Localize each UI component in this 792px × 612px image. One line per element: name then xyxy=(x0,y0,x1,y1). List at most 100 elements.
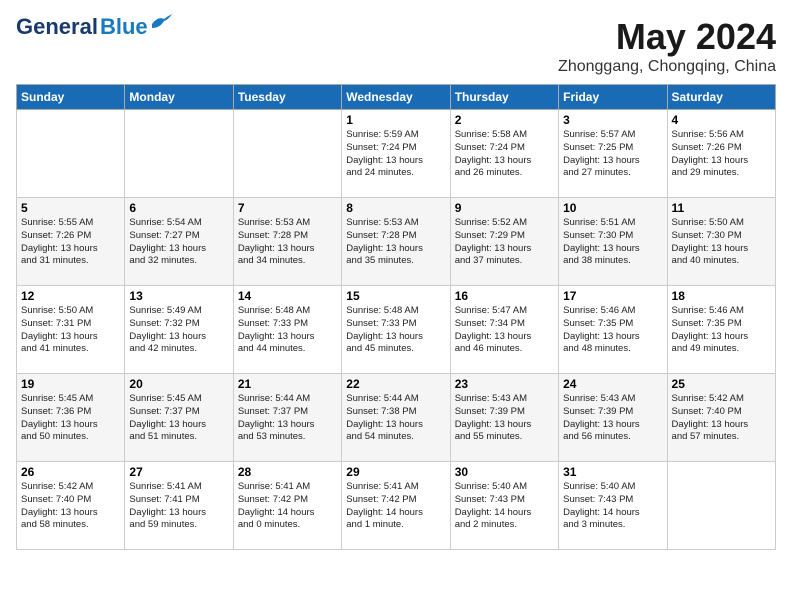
calendar-cell xyxy=(233,110,341,198)
day-number: 8 xyxy=(346,201,445,215)
calendar-cell: 18 Sunrise: 5:46 AM Sunset: 7:35 PM Dayli… xyxy=(667,286,775,374)
day-number: 30 xyxy=(455,465,554,479)
calendar-cell: 27 Sunrise: 5:41 AM Sunset: 7:41 PM Dayli… xyxy=(125,462,233,550)
logo-text: GeneralBlue xyxy=(16,16,148,38)
day-info: Sunrise: 5:46 AM Sunset: 7:35 PM Dayligh… xyxy=(563,305,662,356)
month-year-title: May 2024 xyxy=(558,16,776,58)
logo: GeneralBlue xyxy=(16,16,172,38)
calendar-cell: 13 Sunrise: 5:49 AM Sunset: 7:32 PM Dayli… xyxy=(125,286,233,374)
location-text: Zhonggang, Chongqing, China xyxy=(558,58,776,76)
day-number: 11 xyxy=(672,201,771,215)
day-info: Sunrise: 5:44 AM Sunset: 7:38 PM Dayligh… xyxy=(346,393,445,444)
day-info: Sunrise: 5:56 AM Sunset: 7:26 PM Dayligh… xyxy=(672,129,771,180)
day-info: Sunrise: 5:53 AM Sunset: 7:28 PM Dayligh… xyxy=(346,217,445,268)
day-info: Sunrise: 5:41 AM Sunset: 7:42 PM Dayligh… xyxy=(238,481,337,532)
day-number: 9 xyxy=(455,201,554,215)
col-thursday: Thursday xyxy=(450,85,558,110)
calendar-cell: 3 Sunrise: 5:57 AM Sunset: 7:25 PM Daylig… xyxy=(559,110,667,198)
calendar-cell: 5Sunrise: 5:55 AM Sunset: 7:26 PM Daylig… xyxy=(17,198,125,286)
day-number: 3 xyxy=(563,113,662,127)
calendar-cell: 1Sunrise: 5:59 AM Sunset: 7:24 PM Daylig… xyxy=(342,110,450,198)
day-number: 16 xyxy=(455,289,554,303)
calendar-cell: 28 Sunrise: 5:41 AM Sunset: 7:42 PM Dayli… xyxy=(233,462,341,550)
col-tuesday: Tuesday xyxy=(233,85,341,110)
calendar-cell: 10Sunrise: 5:51 AM Sunset: 7:30 PM Dayli… xyxy=(559,198,667,286)
col-saturday: Saturday xyxy=(667,85,775,110)
calendar-cell xyxy=(667,462,775,550)
calendar-cell: 17 Sunrise: 5:46 AM Sunset: 7:35 PM Dayli… xyxy=(559,286,667,374)
calendar-week-3: 12 Sunrise: 5:50 AM Sunset: 7:31 PM Dayli… xyxy=(17,286,776,374)
day-number: 18 xyxy=(672,289,771,303)
day-info: Sunrise: 5:40 AM Sunset: 7:43 PM Dayligh… xyxy=(455,481,554,532)
day-number: 12 xyxy=(21,289,120,303)
calendar-cell: 22 Sunrise: 5:44 AM Sunset: 7:38 PM Dayli… xyxy=(342,374,450,462)
calendar-cell: 8 Sunrise: 5:53 AM Sunset: 7:28 PM Daylig… xyxy=(342,198,450,286)
day-info: Sunrise: 5:42 AM Sunset: 7:40 PM Dayligh… xyxy=(21,481,120,532)
day-info: Sunrise: 5:43 AM Sunset: 7:39 PM Dayligh… xyxy=(455,393,554,444)
calendar-week-2: 5Sunrise: 5:55 AM Sunset: 7:26 PM Daylig… xyxy=(17,198,776,286)
calendar-cell: 7Sunrise: 5:53 AM Sunset: 7:28 PM Daylig… xyxy=(233,198,341,286)
day-info: Sunrise: 5:54 AM Sunset: 7:27 PM Dayligh… xyxy=(129,217,228,268)
day-number: 28 xyxy=(238,465,337,479)
day-number: 13 xyxy=(129,289,228,303)
day-number: 22 xyxy=(346,377,445,391)
day-info: Sunrise: 5:44 AM Sunset: 7:37 PM Dayligh… xyxy=(238,393,337,444)
day-info: Sunrise: 5:48 AM Sunset: 7:33 PM Dayligh… xyxy=(238,305,337,356)
calendar-cell: 20Sunrise: 5:45 AM Sunset: 7:37 PM Dayli… xyxy=(125,374,233,462)
calendar-cell: 14 Sunrise: 5:48 AM Sunset: 7:33 PM Dayli… xyxy=(233,286,341,374)
day-info: Sunrise: 5:43 AM Sunset: 7:39 PM Dayligh… xyxy=(563,393,662,444)
day-number: 25 xyxy=(672,377,771,391)
calendar-cell: 4 Sunrise: 5:56 AM Sunset: 7:26 PM Daylig… xyxy=(667,110,775,198)
day-info: Sunrise: 5:59 AM Sunset: 7:24 PM Dayligh… xyxy=(346,129,445,180)
day-number: 31 xyxy=(563,465,662,479)
calendar-week-4: 19Sunrise: 5:45 AM Sunset: 7:36 PM Dayli… xyxy=(17,374,776,462)
calendar-cell: 21 Sunrise: 5:44 AM Sunset: 7:37 PM Dayli… xyxy=(233,374,341,462)
calendar-cell: 30 Sunrise: 5:40 AM Sunset: 7:43 PM Dayli… xyxy=(450,462,558,550)
day-info: Sunrise: 5:46 AM Sunset: 7:35 PM Dayligh… xyxy=(672,305,771,356)
calendar-cell: 15Sunrise: 5:48 AM Sunset: 7:33 PM Dayli… xyxy=(342,286,450,374)
calendar-week-5: 26 Sunrise: 5:42 AM Sunset: 7:40 PM Dayli… xyxy=(17,462,776,550)
title-block: May 2024 Zhonggang, Chongqing, China xyxy=(558,16,776,76)
day-number: 27 xyxy=(129,465,228,479)
day-number: 29 xyxy=(346,465,445,479)
calendar-cell: 16 Sunrise: 5:47 AM Sunset: 7:34 PM Dayli… xyxy=(450,286,558,374)
day-info: Sunrise: 5:40 AM Sunset: 7:43 PM Dayligh… xyxy=(563,481,662,532)
calendar-cell: 31 Sunrise: 5:40 AM Sunset: 7:43 PM Dayli… xyxy=(559,462,667,550)
day-info: Sunrise: 5:41 AM Sunset: 7:42 PM Dayligh… xyxy=(346,481,445,532)
calendar-cell: 29 Sunrise: 5:41 AM Sunset: 7:42 PM Dayli… xyxy=(342,462,450,550)
day-number: 17 xyxy=(563,289,662,303)
day-number: 26 xyxy=(21,465,120,479)
calendar-table: Sunday Monday Tuesday Wednesday Thursday… xyxy=(16,84,776,550)
col-wednesday: Wednesday xyxy=(342,85,450,110)
col-sunday: Sunday xyxy=(17,85,125,110)
day-info: Sunrise: 5:49 AM Sunset: 7:32 PM Dayligh… xyxy=(129,305,228,356)
calendar-cell: 2Sunrise: 5:58 AM Sunset: 7:24 PM Daylig… xyxy=(450,110,558,198)
day-number: 5 xyxy=(21,201,120,215)
day-info: Sunrise: 5:45 AM Sunset: 7:36 PM Dayligh… xyxy=(21,393,120,444)
day-number: 23 xyxy=(455,377,554,391)
calendar-cell: 19Sunrise: 5:45 AM Sunset: 7:36 PM Dayli… xyxy=(17,374,125,462)
calendar-cell xyxy=(17,110,125,198)
day-number: 7 xyxy=(238,201,337,215)
calendar-week-1: 1Sunrise: 5:59 AM Sunset: 7:24 PM Daylig… xyxy=(17,110,776,198)
day-info: Sunrise: 5:41 AM Sunset: 7:41 PM Dayligh… xyxy=(129,481,228,532)
day-number: 24 xyxy=(563,377,662,391)
day-info: Sunrise: 5:47 AM Sunset: 7:34 PM Dayligh… xyxy=(455,305,554,356)
header-row: Sunday Monday Tuesday Wednesday Thursday… xyxy=(17,85,776,110)
day-number: 4 xyxy=(672,113,771,127)
day-info: Sunrise: 5:57 AM Sunset: 7:25 PM Dayligh… xyxy=(563,129,662,180)
calendar-cell: 26 Sunrise: 5:42 AM Sunset: 7:40 PM Dayli… xyxy=(17,462,125,550)
day-info: Sunrise: 5:42 AM Sunset: 7:40 PM Dayligh… xyxy=(672,393,771,444)
col-monday: Monday xyxy=(125,85,233,110)
day-info: Sunrise: 5:50 AM Sunset: 7:31 PM Dayligh… xyxy=(21,305,120,356)
day-number: 10 xyxy=(563,201,662,215)
day-info: Sunrise: 5:50 AM Sunset: 7:30 PM Dayligh… xyxy=(672,217,771,268)
calendar-cell xyxy=(125,110,233,198)
day-info: Sunrise: 5:52 AM Sunset: 7:29 PM Dayligh… xyxy=(455,217,554,268)
col-friday: Friday xyxy=(559,85,667,110)
day-number: 6 xyxy=(129,201,228,215)
calendar-cell: 24 Sunrise: 5:43 AM Sunset: 7:39 PM Dayli… xyxy=(559,374,667,462)
day-number: 14 xyxy=(238,289,337,303)
day-number: 21 xyxy=(238,377,337,391)
calendar-cell: 11 Sunrise: 5:50 AM Sunset: 7:30 PM Dayli… xyxy=(667,198,775,286)
